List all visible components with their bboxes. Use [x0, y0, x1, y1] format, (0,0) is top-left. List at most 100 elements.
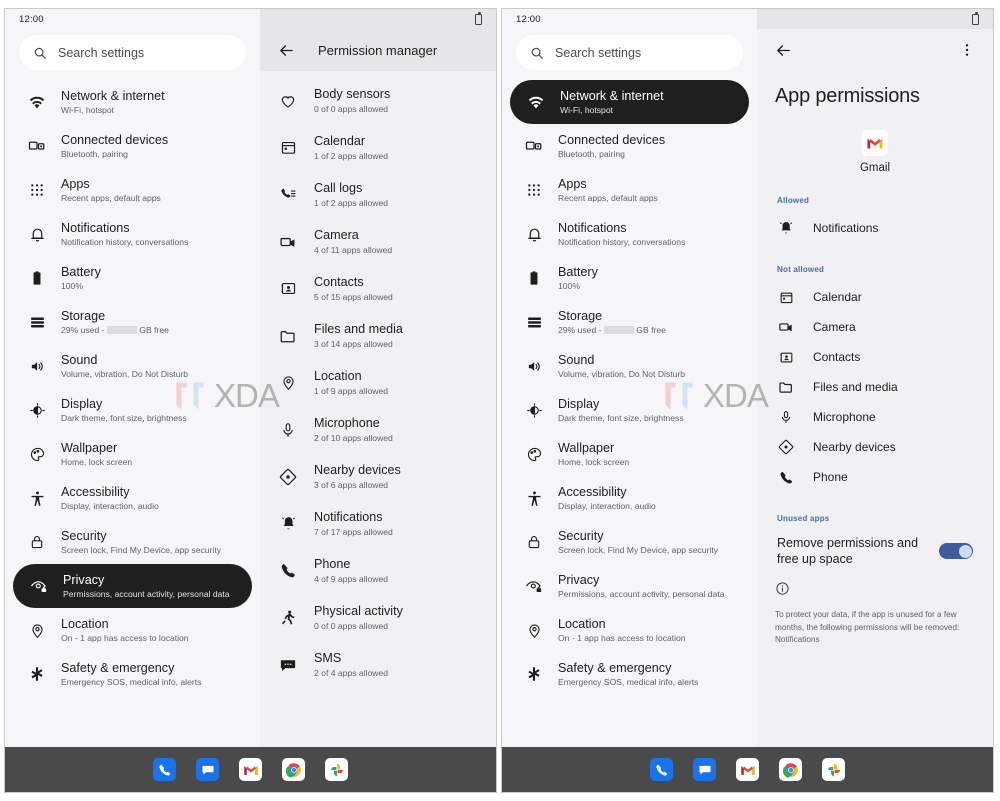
permission-row-camera[interactable]: Camera: [775, 312, 975, 342]
sidebar-item-security[interactable]: Security Screen lock, Find My Device, ap…: [11, 520, 254, 564]
accessibility-icon: [27, 490, 47, 507]
sidebar-item-battery[interactable]: Battery 100%: [11, 256, 254, 300]
permission-item-nearby-devices[interactable]: Nearby devices 3 of 6 apps allowed: [260, 453, 496, 500]
wifi-icon: [27, 93, 47, 111]
permission-label: SMS: [314, 651, 342, 665]
apps-grid-icon: [524, 182, 544, 198]
permission-sub: 1 of 9 apps allowed: [314, 386, 389, 396]
messages-app-icon[interactable]: [693, 758, 716, 781]
battery-icon: [524, 270, 544, 286]
permission-label: Camera: [314, 228, 359, 242]
sidebar-item-security[interactable]: Security Screen lock, Find My Device, ap…: [508, 520, 751, 564]
permission-item-physical-activity[interactable]: Physical activity 0 of 0 apps allowed: [260, 594, 496, 641]
back-arrow-icon[interactable]: [276, 40, 296, 60]
sidebar-item-network-internet[interactable]: Network & internet Wi-Fi, hotspot: [11, 80, 254, 124]
permission-row-notifications[interactable]: Notifications: [775, 213, 975, 243]
screenshot-stage: 12:00 Search settings Network & internet: [0, 0, 1000, 801]
photos-app-icon[interactable]: [325, 758, 348, 781]
sidebar-item-apps[interactable]: Apps Recent apps, default apps: [11, 168, 254, 212]
wifi-icon: [526, 93, 546, 111]
permission-sub: 2 of 10 apps allowed: [314, 433, 393, 443]
unused-apps-info-text: To protect your data, if the app is unus…: [775, 610, 960, 644]
permission-item-microphone[interactable]: Microphone 2 of 10 apps allowed: [260, 406, 496, 453]
privacy-eye-icon: [29, 577, 49, 595]
permission-item-call-logs[interactable]: Call logs 1 of 2 apps allowed: [260, 171, 496, 218]
permission-row-phone[interactable]: Phone: [775, 462, 975, 492]
messages-app-icon[interactable]: [196, 758, 219, 781]
phone-app-icon[interactable]: [153, 758, 176, 781]
sidebar-item-safety-emergency[interactable]: Safety & emergency Emergency SOS, medica…: [508, 652, 751, 696]
sidebar-item-privacy[interactable]: Privacy Permissions, account activity, p…: [13, 564, 252, 608]
search-placeholder-2: Search settings: [555, 45, 642, 60]
sidebar-item-battery[interactable]: Battery 100%: [508, 256, 751, 300]
permission-item-phone[interactable]: Phone 4 of 9 apps allowed: [260, 547, 496, 594]
section-header-not-allowed: Not allowed: [777, 265, 825, 274]
sidebar-item-sub: Home, lock screen: [558, 456, 630, 467]
sidebar-item-notifications[interactable]: Notifications Notification history, conv…: [508, 212, 751, 256]
permission-item-calendar[interactable]: Calendar 1 of 2 apps allowed: [260, 124, 496, 171]
sidebar-item-accessibility[interactable]: Accessibility Display, interaction, audi…: [11, 476, 254, 520]
brightness-icon: [524, 402, 544, 419]
sidebar-item-display[interactable]: Display Dark theme, font size, brightnes…: [508, 388, 751, 432]
gmail-app-icon[interactable]: [736, 758, 759, 781]
permission-item-location[interactable]: Location 1 of 9 apps allowed: [260, 359, 496, 406]
sidebar-item-location[interactable]: Location On - 1 app has access to locati…: [508, 608, 751, 652]
gmail-icon: [862, 130, 888, 156]
sidebar-item-safety-emergency[interactable]: Safety & emergency Emergency SOS, medica…: [11, 652, 254, 696]
back-arrow-icon[interactable]: [773, 40, 793, 60]
search-input-1[interactable]: Search settings: [19, 35, 246, 70]
sidebar-item-storage[interactable]: Storage 29% used - GB free: [508, 300, 751, 344]
page-title: Permission manager: [318, 42, 438, 58]
status-time-2: 12:00: [502, 9, 757, 29]
permission-row-contacts[interactable]: Contacts: [775, 342, 975, 372]
more-vert-icon[interactable]: [957, 40, 977, 60]
sidebar-item-connected-devices[interactable]: Connected devices Bluetooth, pairing: [11, 124, 254, 168]
battery-icon: [972, 11, 979, 25]
permission-row-nearby-devices[interactable]: Nearby devices: [775, 432, 975, 462]
search-input-2[interactable]: Search settings: [516, 35, 743, 70]
permission-label: Microphone: [314, 416, 380, 430]
sidebar-item-sub: Bluetooth, pairing: [61, 148, 128, 159]
sidebar-item-network-internet[interactable]: Network & internet Wi-Fi, hotspot: [510, 80, 749, 124]
permission-row-files-and-media[interactable]: Files and media: [775, 372, 975, 402]
permission-row-calendar[interactable]: Calendar: [775, 282, 975, 312]
permission-sub: 3 of 6 apps allowed: [314, 480, 389, 490]
info-icon: [775, 581, 975, 601]
sidebar-item-wallpaper[interactable]: Wallpaper Home, lock screen: [11, 432, 254, 476]
sidebar-item-display[interactable]: Display Dark theme, font size, brightnes…: [11, 388, 254, 432]
app-name: Gmail: [859, 162, 891, 174]
phone-app-icon[interactable]: [650, 758, 673, 781]
permission-row-microphone[interactable]: Microphone: [775, 402, 975, 432]
sidebar-item-location[interactable]: Location On - 1 app has access to locati…: [11, 608, 254, 652]
photos-app-icon[interactable]: [822, 758, 845, 781]
permission-label: Camera: [813, 320, 856, 334]
sidebar-item-wallpaper[interactable]: Wallpaper Home, lock screen: [508, 432, 751, 476]
sidebar-item-sub: Volume, vibration, Do Not Disturb: [61, 368, 189, 379]
gmail-app-icon[interactable]: [239, 758, 262, 781]
status-right-2: [757, 9, 993, 29]
permission-label: Call logs: [314, 181, 363, 195]
sidebar-item-sound[interactable]: Sound Volume, vibration, Do Not Disturb: [508, 344, 751, 388]
sidebar-item-storage[interactable]: Storage 29% used - GB free: [11, 300, 254, 344]
sidebar-item-connected-devices[interactable]: Connected devices Bluetooth, pairing: [508, 124, 751, 168]
sidebar-item-sound[interactable]: Sound Volume, vibration, Do Not Disturb: [11, 344, 254, 388]
sidebar-item-accessibility[interactable]: Accessibility Display, interaction, audi…: [508, 476, 751, 520]
permission-label: Location: [314, 369, 362, 383]
permission-item-files-and-media[interactable]: Files and media 3 of 14 apps allowed: [260, 312, 496, 359]
chrome-app-icon[interactable]: [779, 758, 802, 781]
permission-item-camera[interactable]: Camera 4 of 11 apps allowed: [260, 218, 496, 265]
sidebar-item-label: Safety & emergency: [61, 660, 175, 675]
panes-2: Search settings Network & internet Wi-Fi…: [502, 29, 993, 747]
remove-permissions-toggle[interactable]: [939, 543, 973, 559]
sidebar-item-privacy[interactable]: Privacy Permissions, account activity, p…: [508, 564, 751, 608]
remove-permissions-row[interactable]: Remove permissions and free up space: [775, 531, 975, 567]
chrome-app-icon[interactable]: [282, 758, 305, 781]
permission-item-body-sensors[interactable]: Body sensors 0 of 0 apps allowed: [260, 77, 496, 124]
sidebar-item-notifications[interactable]: Notifications Notification history, conv…: [11, 212, 254, 256]
permission-manager-toolbar: Permission manager: [260, 29, 496, 71]
permission-item-notifications[interactable]: Notifications 7 of 17 apps allowed: [260, 500, 496, 547]
permission-item-contacts[interactable]: Contacts 5 of 15 apps allowed: [260, 265, 496, 312]
sidebar-item-apps[interactable]: Apps Recent apps, default apps: [508, 168, 751, 212]
sidebar-item-label: Storage: [558, 308, 603, 323]
permission-item-sms[interactable]: SMS 2 of 4 apps allowed: [260, 641, 496, 688]
